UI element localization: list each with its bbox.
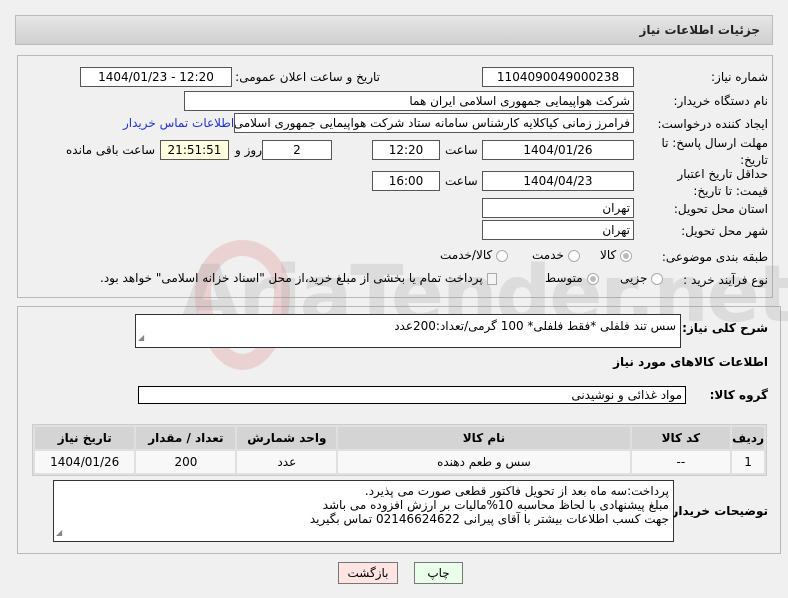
announce-label: تاریخ و ساعت اعلان عمومی: [235, 70, 380, 84]
days-label: روز و [235, 143, 262, 157]
validity-label: حداقل تاریخ اعتبار قیمت: تا تاریخ: [677, 167, 768, 198]
table-row: 1 -- سس و طعم دهنده عدد 200 1404/01/26 [35, 451, 764, 473]
buyer-notes-label: توضیحات خریدار: [666, 504, 768, 518]
col-unit-header: واحد شمارش [237, 427, 337, 449]
col-name-header: نام کالا [338, 427, 630, 449]
goods-group-field[interactable]: مواد غذائی و نوشیدنی [138, 386, 686, 404]
deadline-label: مهلت ارسال پاسخ: تا تاریخ: [661, 136, 768, 167]
category-option-both[interactable]: کالا/خدمت [440, 248, 509, 262]
print-button[interactable]: چاپ [414, 562, 463, 584]
validity-time-label: ساعت [445, 174, 478, 188]
city-label: شهر محل تحویل: [681, 224, 768, 238]
radio-icon[interactable] [496, 249, 509, 262]
radio-icon[interactable] [651, 272, 664, 285]
announce-field[interactable]: 1404/01/23 - 12:20 [80, 67, 232, 87]
process-label: نوع فرآیند خرید : [683, 273, 768, 287]
note-line: جهت کسب اطلاعات بیشتر با آقای پیرانی 021… [309, 512, 669, 526]
buyer-notes-textarea[interactable]: پرداخت:سه ماه بعد از تحویل فاکتور قطعی ص… [53, 480, 674, 542]
radio-icon[interactable] [620, 249, 633, 262]
province-label: استان محل تحویل: [673, 202, 768, 216]
creator-field[interactable]: فرامرز زمانی کیاکلایه کارشناس سامانه ستا… [234, 113, 634, 133]
cell-unit: عدد [237, 451, 337, 473]
category-option-service[interactable]: خدمت [532, 248, 580, 262]
deadline-time-label: ساعت [445, 143, 478, 157]
category-option-goods[interactable]: کالا [600, 248, 633, 262]
cell-name: سس و طعم دهنده [338, 451, 630, 473]
cell-qty: 200 [136, 451, 236, 473]
treasury-payment-option[interactable]: پرداخت تمام یا بخشی از مبلغ خرید،از محل … [100, 271, 497, 285]
checkbox-icon[interactable] [486, 272, 497, 285]
note-line: مبلغ پیشنهادی با لحاظ محاسبه 10%مالیات ب… [322, 498, 669, 512]
province-field[interactable]: تهران [482, 198, 634, 218]
description-textarea[interactable]: سس تند فلفلی *فقط فلفلی* 100 گرمی/تعداد:… [135, 314, 681, 348]
col-code-header: کد کالا [631, 427, 731, 449]
cell-date: 1404/01/26 [35, 451, 135, 473]
goods-table: ردیف کد کالا نام کالا واحد شمارش تعداد /… [32, 424, 767, 476]
back-button[interactable]: بازگشت [338, 562, 398, 584]
remaining-label: ساعت باقی مانده [66, 143, 156, 157]
deadline-time-field[interactable]: 12:20 [372, 140, 440, 160]
radio-icon[interactable] [586, 272, 599, 285]
goods-group-label: گروه کالا: [709, 388, 768, 402]
days-field[interactable]: 2 [262, 140, 332, 160]
city-field[interactable]: تهران [482, 220, 634, 240]
validity-time-field[interactable]: 16:00 [372, 171, 440, 191]
resize-grip-icon[interactable]: ◢ [138, 329, 144, 346]
table-header-row: ردیف کد کالا نام کالا واحد شمارش تعداد /… [35, 427, 764, 449]
need-number-field[interactable]: 1104090049000238 [482, 67, 634, 87]
buyer-org-field[interactable]: شرکت هواپیمایی جمهوری اسلامی ایران هما [184, 91, 634, 111]
contact-buyer-link[interactable]: اطلاعات تماس خریدار [123, 116, 234, 130]
buyer-org-label: نام دستگاه خریدار: [673, 94, 769, 108]
deadline-date-field[interactable]: 1404/01/26 [482, 140, 634, 160]
col-qty-header: تعداد / مقدار [136, 427, 236, 449]
process-option-minor[interactable]: جزیی [620, 271, 664, 285]
col-row-header: ردیف [732, 427, 764, 449]
col-date-header: تاریخ نیاز [35, 427, 135, 449]
goods-table-wrap: ردیف کد کالا نام کالا واحد شمارش تعداد /… [32, 424, 767, 476]
description-text: سس تند فلفلی *فقط فلفلی* 100 گرمی/تعداد:… [394, 319, 676, 333]
description-label: شرح کلی نیاز: [682, 321, 768, 335]
goods-section-title: اطلاعات کالاهای مورد نیاز [613, 355, 768, 369]
remaining-time-field: 21:51:51 [160, 140, 229, 160]
validity-date-field[interactable]: 1404/04/23 [482, 171, 634, 191]
creator-label: ایجاد کننده درخواست: [657, 117, 768, 131]
cell-code: -- [631, 451, 731, 473]
resize-grip-icon[interactable]: ◢ [56, 526, 62, 540]
page-header: جزئیات اطلاعات نیاز [15, 15, 773, 45]
radio-icon[interactable] [567, 249, 580, 262]
category-label: طبقه بندی موضوعی: [661, 250, 768, 264]
process-option-medium[interactable]: متوسط [545, 271, 599, 285]
note-line: پرداخت:سه ماه بعد از تحویل فاکتور قطعی ص… [364, 484, 669, 498]
need-number-label: شماره نیاز: [711, 70, 768, 84]
cell-row: 1 [732, 451, 764, 473]
page-title: جزئیات اطلاعات نیاز [639, 23, 760, 37]
